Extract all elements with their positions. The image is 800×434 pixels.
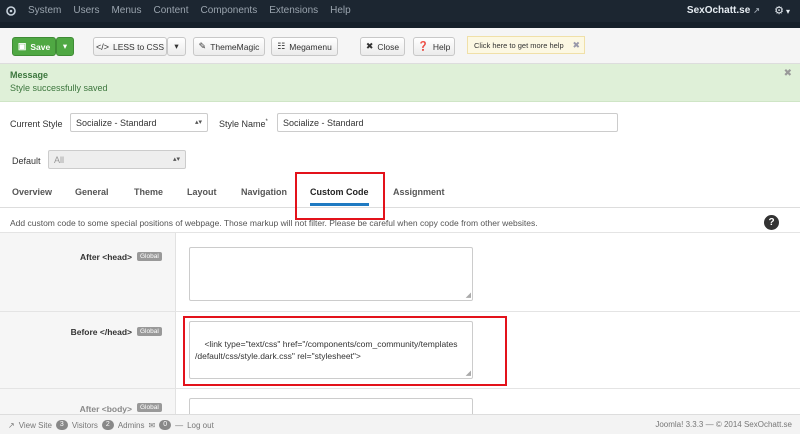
- save-button[interactable]: ▣ Save: [12, 37, 56, 56]
- after-body-label: After <body>: [79, 404, 132, 414]
- visitors-label[interactable]: Visitors: [72, 421, 98, 430]
- less-options-button[interactable]: ▾: [167, 37, 186, 56]
- before-head-close-label: Before </head>: [70, 327, 132, 337]
- global-badge: Global: [137, 327, 162, 336]
- status-footer: ↗ View Site 3 Visitors 2 Admins ✉ 0 — Lo…: [0, 414, 800, 434]
- menu-menus[interactable]: Menus: [105, 0, 147, 22]
- save-icon: ▣: [17, 41, 27, 51]
- footer-left: ↗ View Site 3 Visitors 2 Admins ✉ 0 — Lo…: [8, 420, 214, 430]
- global-badge: Global: [137, 252, 162, 261]
- toolbar: ▣ Save ▾ </> LESS to CSS ▾ ✎ ThemeMagic ☷ Me…: [0, 28, 800, 64]
- top-navbar: System Users Menus Content Components Ex…: [0, 0, 800, 22]
- settings-gear-icon[interactable]: ⚙ ▾: [774, 0, 790, 23]
- highlight-box-code: [183, 316, 507, 386]
- view-site-link[interactable]: View Site: [19, 421, 52, 430]
- megamenu-button[interactable]: ☷ Megamenu: [271, 37, 338, 56]
- less-to-css-button[interactable]: </> LESS to CSS: [93, 37, 167, 56]
- minus-icon: —: [175, 420, 184, 430]
- messages-count-badge: 0: [159, 420, 172, 430]
- tab-navigation[interactable]: Navigation: [241, 176, 287, 208]
- style-name-label: Style Name*: [219, 119, 268, 129]
- envelope-icon[interactable]: ✉: [149, 421, 156, 430]
- close-icon[interactable]: ✖: [572, 40, 580, 51]
- default-label: Default: [12, 156, 41, 166]
- close-icon: ✖: [365, 41, 374, 51]
- code-icon: </>: [95, 41, 109, 52]
- external-link-icon: ↗: [8, 420, 15, 430]
- admins-label[interactable]: Admins: [118, 421, 145, 430]
- footer-right: Joomla! 3.3.3 — © 2014 SexOchatt.se: [655, 420, 792, 429]
- admins-count-badge: 2: [101, 420, 114, 430]
- visitors-count-badge: 3: [55, 420, 68, 430]
- thememagic-button[interactable]: ✎ ThemeMagic: [193, 37, 265, 56]
- help-button[interactable]: ❓ Help: [413, 37, 455, 56]
- after-head-label: After <head>: [80, 252, 132, 262]
- message-title: Message: [10, 70, 49, 80]
- menu-system[interactable]: System: [22, 0, 67, 22]
- menu-extensions[interactable]: Extensions: [263, 0, 324, 22]
- highlight-box-tab: [295, 172, 385, 220]
- tab-general[interactable]: General: [75, 176, 109, 208]
- chevron-down-icon: ▾: [174, 41, 179, 51]
- style-name-input[interactable]: Socialize - Standard: [277, 113, 618, 132]
- site-link[interactable]: SexOchatt.se: [687, 0, 760, 22]
- current-style-select[interactable]: Socialize - Standard ▴▾: [70, 113, 208, 132]
- global-badge: Global: [137, 403, 162, 412]
- chevron-down-icon: ▾: [62, 41, 68, 51]
- joomla-logo-icon[interactable]: [0, 0, 22, 22]
- message-text: Style successfully saved: [10, 83, 108, 93]
- current-style-label: Current Style: [10, 119, 63, 129]
- chevron-updown-icon: ▴▾: [194, 119, 202, 126]
- row-divider: [0, 311, 800, 312]
- menu-components[interactable]: Components: [195, 0, 264, 22]
- tab-description: Add custom code to some special position…: [10, 218, 538, 228]
- after-head-textarea[interactable]: ◢: [189, 247, 473, 301]
- copyright-text: — © 2014 SexOchatt.se: [705, 420, 792, 429]
- tab-bar: Overview General Theme Layout Navigation…: [0, 176, 800, 208]
- main-menu: System Users Menus Content Components Ex…: [22, 0, 357, 22]
- close-button[interactable]: ✖ Close: [360, 37, 405, 56]
- tab-overview[interactable]: Overview: [12, 176, 52, 208]
- menu-help[interactable]: Help: [324, 0, 357, 22]
- question-icon: ❓: [417, 41, 429, 51]
- help-question-icon[interactable]: ?: [764, 215, 779, 230]
- joomla-version: Joomla! 3.3.3: [655, 420, 704, 429]
- logout-link[interactable]: Log out: [187, 421, 214, 430]
- close-icon[interactable]: ✖: [784, 68, 792, 79]
- default-select: All ▴▾: [48, 150, 186, 169]
- success-message: Message Style successfully saved ✖: [0, 64, 800, 102]
- row-divider: [0, 388, 800, 389]
- magic-wand-icon: ✎: [198, 41, 207, 51]
- tab-assignment[interactable]: Assignment: [393, 176, 445, 208]
- sitemap-icon: ☷: [277, 41, 286, 51]
- help-tip[interactable]: Click here to get more help ✖: [467, 36, 585, 54]
- resize-grip-icon[interactable]: ◢: [466, 292, 471, 299]
- chevron-updown-icon: ▴▾: [172, 156, 180, 163]
- tab-theme[interactable]: Theme: [134, 176, 163, 208]
- menu-content[interactable]: Content: [147, 0, 194, 22]
- tab-layout[interactable]: Layout: [187, 176, 217, 208]
- save-options-button[interactable]: ▾: [56, 37, 74, 56]
- menu-users[interactable]: Users: [67, 0, 105, 22]
